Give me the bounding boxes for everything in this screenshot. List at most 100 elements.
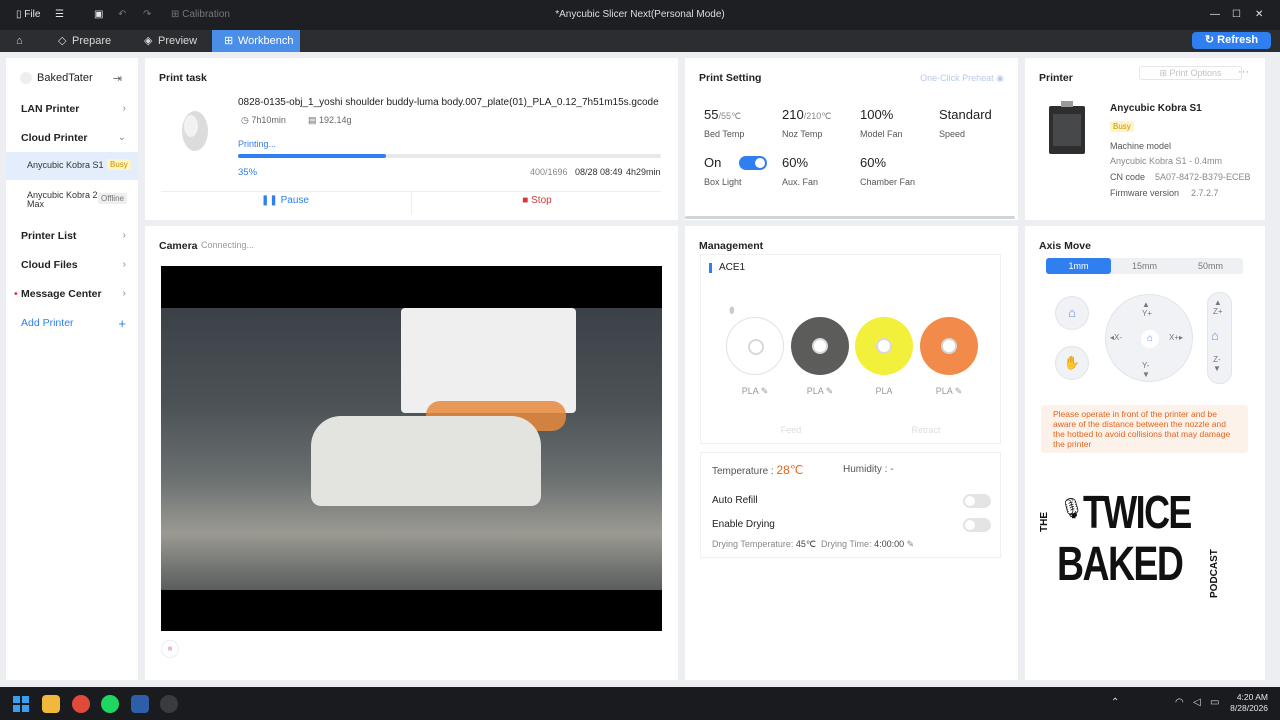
clock[interactable]: 4:20 AM 8/28/2026 xyxy=(1226,692,1268,714)
sidebar-item-cloud-files[interactable]: Cloud Files xyxy=(21,259,78,271)
axis-move-card: Axis Move 1mm 15mm 50mm ⌂ ✋ ▲ Y+ Y- ▼ ◂X- … xyxy=(1025,226,1265,680)
spool-hole xyxy=(941,338,957,354)
tab-prepare[interactable]: ◇ Prepare xyxy=(52,30,132,52)
save-icon[interactable]: ▣ xyxy=(94,9,103,20)
box-light-toggle[interactable] xyxy=(739,156,767,170)
pause-icon: ❚❚ xyxy=(261,195,278,206)
record-button[interactable]: ■ xyxy=(161,640,179,658)
refresh-button[interactable]: ↻ Refresh xyxy=(1192,32,1271,49)
z-plus-button[interactable]: ▲ Z+ xyxy=(1213,298,1223,316)
sidebar-item-lan-printer[interactable]: LAN Printer xyxy=(21,103,79,115)
close-icon[interactable]: ✕ xyxy=(1255,9,1263,20)
battery-icon[interactable]: ▭ xyxy=(1210,697,1219,708)
home-z-icon[interactable]: ⌂ xyxy=(1211,328,1219,343)
edit-icon[interactable]: ✎ xyxy=(907,539,915,549)
camera-title: Camera xyxy=(159,240,198,252)
maximize-icon[interactable]: ☐ xyxy=(1232,9,1241,20)
preheat-label: One-Click Preheat xyxy=(920,73,994,83)
windows-start-icon[interactable] xyxy=(13,696,29,712)
x-plus-button[interactable]: X+▸ xyxy=(1169,333,1183,342)
duration-value: 7h10min xyxy=(251,115,286,125)
spool-slot-1[interactable] xyxy=(726,317,784,375)
print-duration: ◷ 7h10min xyxy=(241,115,286,125)
more-icon[interactable]: ··· xyxy=(1238,66,1249,78)
sidebar: BakedTater ⇥ LAN Printer › Cloud Printer… xyxy=(6,58,138,680)
x-minus-button[interactable]: ◂X- xyxy=(1110,333,1122,342)
step-1mm[interactable]: 1mm xyxy=(1046,258,1111,274)
tab-workbench[interactable]: ⊞ Workbench xyxy=(212,30,300,52)
wifi-icon[interactable]: ◠ xyxy=(1175,697,1184,708)
print-options-label: Print Options xyxy=(1169,68,1222,78)
sidebar-item-printer-list[interactable]: Printer List xyxy=(21,230,76,242)
printer-item-kobra-s1[interactable]: Anycubic Kobra S1 Busy xyxy=(6,152,138,180)
plus-icon[interactable]: + xyxy=(118,316,126,331)
spool-slot-3[interactable] xyxy=(855,317,913,375)
noz-temp-target: /210℃ xyxy=(803,111,832,121)
logout-icon[interactable]: ⇥ xyxy=(113,72,122,85)
stop-button[interactable]: ■ Stop xyxy=(413,195,661,206)
disable-motors-button[interactable]: ✋ xyxy=(1055,346,1089,380)
undo-icon[interactable]: ↶ xyxy=(118,9,126,20)
print-head xyxy=(401,308,576,413)
home-xy-button[interactable]: ⌂ xyxy=(1055,296,1089,330)
chrome-icon[interactable] xyxy=(72,695,90,713)
auto-refill-toggle[interactable] xyxy=(963,494,991,508)
speed-value[interactable]: Standard xyxy=(939,107,992,122)
sidebar-item-message-center[interactable]: • Message Center xyxy=(14,288,102,300)
retract-button[interactable]: Retract xyxy=(896,425,956,435)
ace-unit: ACE1 ⬮ PLA ✎ PLA ✎ PLA PLA ✎ Feed Retrac… xyxy=(700,254,1001,444)
feed-button[interactable]: Feed xyxy=(761,425,821,435)
home-center-icon[interactable]: ⌂ xyxy=(1141,330,1159,348)
y-minus-button[interactable]: Y- ▼ xyxy=(1142,361,1150,379)
chevron-up-icon[interactable]: ⌃ xyxy=(1111,697,1119,708)
sidebar-item-cloud-printer[interactable]: Cloud Printer xyxy=(21,132,88,144)
tab-preview-label: Preview xyxy=(158,35,198,47)
username: BakedTater xyxy=(37,72,93,84)
enable-drying-toggle[interactable] xyxy=(963,518,991,532)
model-fan-value[interactable]: 100% xyxy=(860,107,893,122)
file-explorer-icon[interactable] xyxy=(42,695,60,713)
spool-slot-4[interactable] xyxy=(920,317,978,375)
progress-percent: 35% xyxy=(238,167,258,178)
home-icon[interactable]: ⌂ xyxy=(6,30,36,52)
y-plus-button[interactable]: ▲ Y+ xyxy=(1142,300,1152,318)
spotify-icon[interactable] xyxy=(101,695,119,713)
spool-material: PLA xyxy=(875,386,893,396)
pause-button[interactable]: ❚❚ Pause xyxy=(161,195,409,206)
spool-label: PLA xyxy=(855,386,913,396)
lan-printer-label: LAN Printer xyxy=(21,103,80,115)
menu-icon[interactable]: ☰ xyxy=(55,9,64,20)
z-minus-button[interactable]: Z- ▼ xyxy=(1213,355,1221,373)
add-printer-button[interactable]: Add Printer xyxy=(21,317,74,329)
nozzle-temp[interactable]: 210/210℃ xyxy=(782,107,831,122)
printed-model xyxy=(311,416,541,506)
chamber-fan-value[interactable]: 60% xyxy=(860,155,886,170)
calibration-button[interactable]: ⊞ Calibration xyxy=(171,9,230,20)
printer-item-kobra-2-max[interactable]: Anycubic Kobra 2 Max Offline xyxy=(6,185,138,215)
printer-name: Anycubic Kobra S1 xyxy=(27,160,104,170)
pause-label: Pause xyxy=(280,195,309,206)
aux-fan-value[interactable]: 60% xyxy=(782,155,808,170)
main-nav: ⌂ ◇ Prepare ◈ Preview ⊞ Workbench xyxy=(0,30,1280,52)
spool-slot-2[interactable] xyxy=(791,317,849,375)
minimize-icon[interactable]: — xyxy=(1210,9,1220,20)
finish-date: 08/28 08:49 xyxy=(575,167,623,177)
bed-temp[interactable]: 55/55℃ xyxy=(704,107,741,122)
step-50mm[interactable]: 50mm xyxy=(1178,258,1243,274)
one-click-preheat-button[interactable]: One-Click Preheat ◉ xyxy=(920,73,1004,84)
user-account[interactable]: BakedTater xyxy=(20,72,93,85)
taskbar: ⌃ ◠ ◁ ▭ 4:20 AM 8/28/2026 xyxy=(0,687,1280,720)
print-options-button[interactable]: ⊞ Print Options xyxy=(1139,66,1242,80)
volume-icon[interactable]: ◁ xyxy=(1193,697,1201,708)
humidity-icon: ⬮ xyxy=(729,305,735,315)
app-icon[interactable] xyxy=(160,695,178,713)
slicer-app-icon[interactable] xyxy=(131,695,149,713)
tab-preview[interactable]: ◈ Preview xyxy=(138,30,206,52)
file-menu[interactable]: ▯ File xyxy=(16,9,40,20)
step-15mm[interactable]: 15mm xyxy=(1112,258,1177,274)
firmware-value: 2.7.2.7 xyxy=(1191,188,1219,198)
redo-icon[interactable]: ↷ xyxy=(143,9,151,20)
cloud-printer-label: Cloud Printer xyxy=(21,132,88,144)
scrollbar[interactable] xyxy=(685,216,1015,219)
calibration-label: Calibration xyxy=(182,9,230,20)
